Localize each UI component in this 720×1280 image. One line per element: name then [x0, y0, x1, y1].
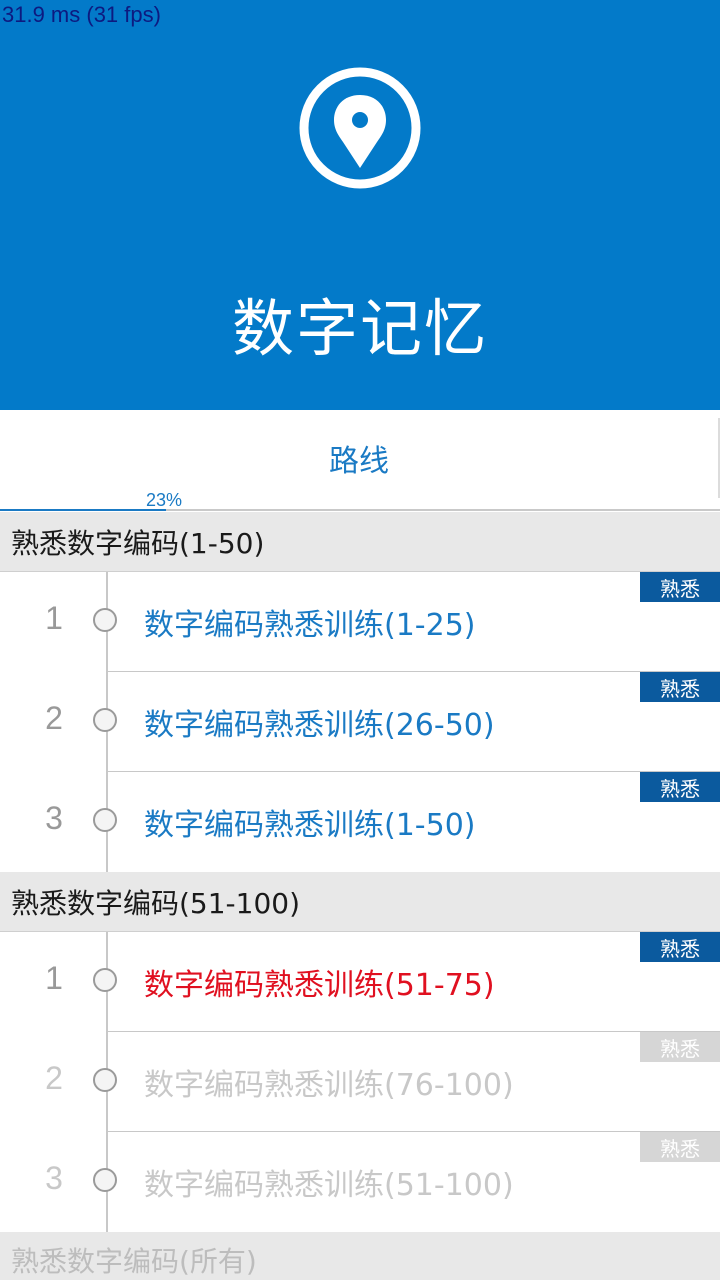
- section-header: 熟悉数字编码(所有): [0, 1232, 720, 1280]
- item-index: 3: [45, 800, 63, 836]
- tab-route[interactable]: 路线: [0, 410, 718, 506]
- item-label: 数字编码熟悉训练(1-50): [144, 808, 476, 843]
- item-label: 数字编码熟悉训练(51-100): [144, 1168, 514, 1203]
- list-item[interactable]: 1 数字编码熟悉训练(51-75) 熟悉: [0, 932, 720, 1032]
- section-header: 熟悉数字编码(1-50): [0, 512, 720, 572]
- item-label: 数字编码熟悉训练(76-100): [144, 1068, 514, 1103]
- item-index: 1: [45, 960, 63, 996]
- familiar-badge: 熟悉: [640, 1132, 720, 1162]
- progress-label: 23%: [146, 490, 183, 510]
- item-index: 2: [45, 700, 63, 736]
- progress-fill: [0, 509, 166, 511]
- familiar-badge: 熟悉: [640, 932, 720, 962]
- tab-bar: 路线 23%: [0, 410, 720, 511]
- list-item[interactable]: 2 数字编码熟悉训练(76-100) 熟悉: [0, 1032, 720, 1132]
- list-item[interactable]: 1 数字编码熟悉训练(1-25) 熟悉: [0, 572, 720, 672]
- list-item[interactable]: 2 数字编码熟悉训练(26-50) 熟悉: [0, 672, 720, 772]
- item-index: 2: [45, 1060, 63, 1096]
- step-circle-icon: [93, 1168, 117, 1192]
- step-circle-icon: [93, 708, 117, 732]
- list-item[interactable]: 3 数字编码熟悉训练(51-100) 熟悉: [0, 1132, 720, 1232]
- familiar-badge: 熟悉: [640, 1032, 720, 1062]
- map-pin-icon: [299, 67, 421, 189]
- progress-bar: [0, 509, 720, 511]
- item-label: 数字编码熟悉训练(51-75): [144, 968, 495, 1003]
- step-circle-icon: [93, 608, 117, 632]
- header-banner: 31.9 ms (31 fps) 数字记忆: [0, 0, 720, 410]
- fps-counter: 31.9 ms (31 fps): [2, 2, 161, 27]
- item-index: 3: [45, 1160, 63, 1196]
- item-label: 数字编码熟悉训练(26-50): [144, 708, 495, 743]
- step-circle-icon: [93, 1068, 117, 1092]
- step-circle-icon: [93, 808, 117, 832]
- familiar-badge: 熟悉: [640, 772, 720, 802]
- item-index: 1: [45, 600, 63, 636]
- step-circle-icon: [93, 968, 117, 992]
- familiar-badge: 熟悉: [640, 672, 720, 702]
- item-label: 数字编码熟悉训练(1-25): [144, 608, 476, 643]
- section-header: 熟悉数字编码(51-100): [0, 872, 720, 932]
- familiar-badge: 熟悉: [640, 572, 720, 602]
- list-item[interactable]: 3 数字编码熟悉训练(1-50) 熟悉: [0, 772, 720, 872]
- app-title: 数字记忆: [231, 292, 488, 365]
